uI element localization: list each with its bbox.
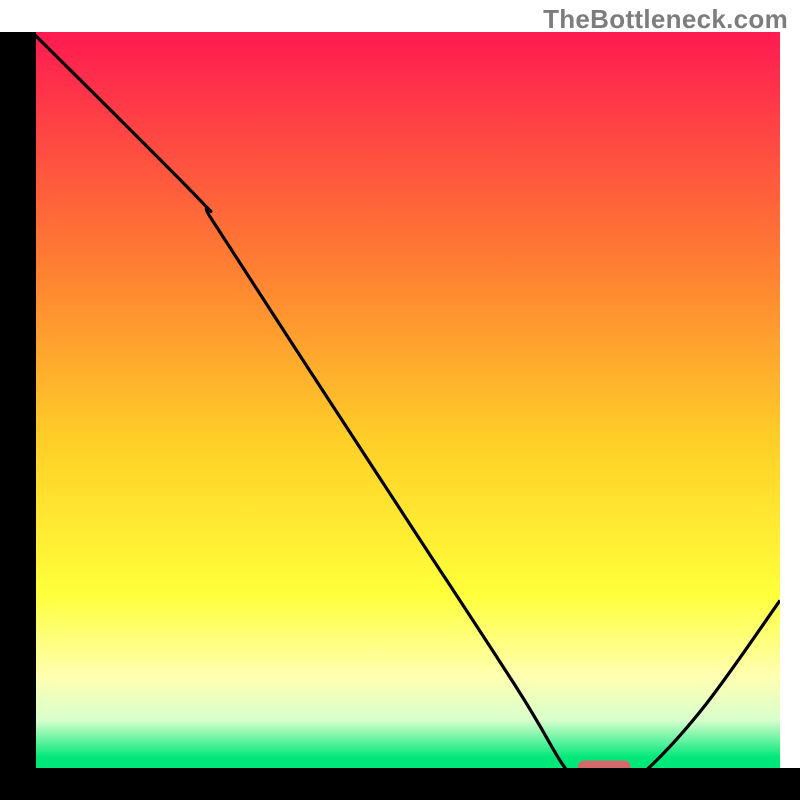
chart-frame: TheBottleneck.com: [0, 0, 800, 800]
plot-svg: [32, 32, 780, 780]
watermark-text: TheBottleneck.com: [543, 4, 788, 35]
plot-area: [32, 32, 780, 780]
y-axis: [0, 32, 36, 780]
x-axis: [0, 768, 800, 800]
